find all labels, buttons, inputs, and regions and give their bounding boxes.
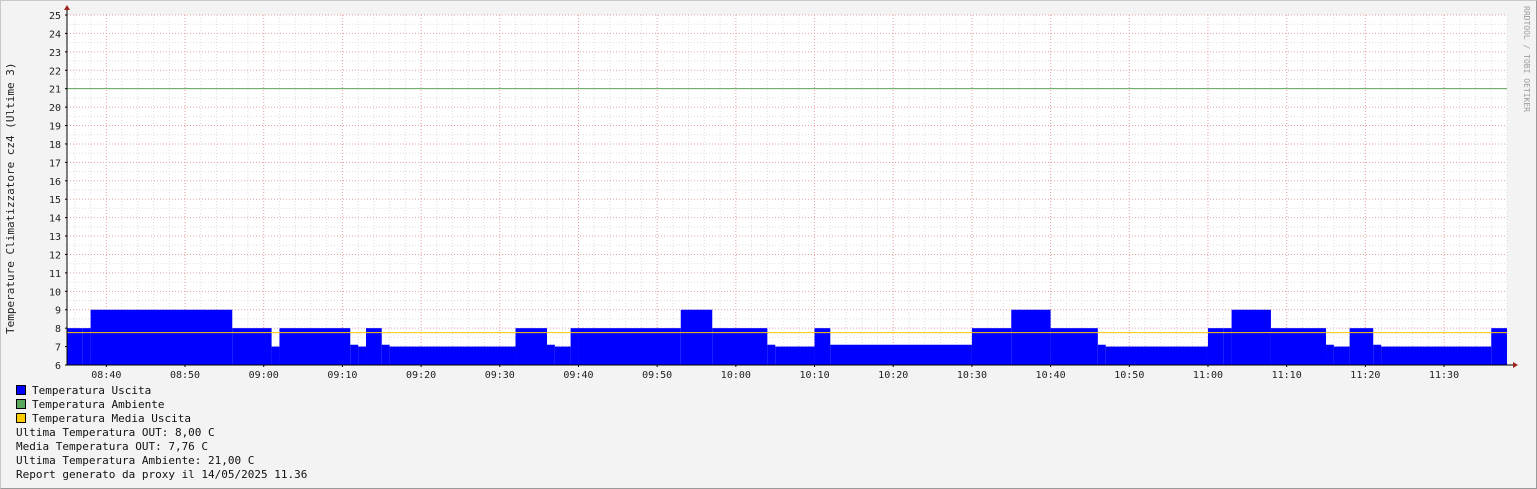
y-tick-label: 21 [49, 85, 61, 96]
uscita-step [712, 328, 768, 365]
uscita-step [271, 346, 280, 365]
legend-swatch-uscita [16, 385, 26, 395]
x-tick-label: 11:30 [1429, 370, 1459, 381]
uscita-step [358, 346, 367, 365]
legend-label-media: Temperatura Media Uscita [32, 412, 191, 425]
uscita-step [389, 346, 516, 365]
legend-label-ambiente: Temperatura Ambiente [32, 398, 165, 411]
uscita-step [82, 328, 91, 365]
y-tick-label: 7 [55, 343, 61, 354]
uscita-step [554, 346, 571, 365]
uscita-step [1105, 346, 1208, 365]
uscita-step [971, 328, 1012, 365]
y-tick-label: 24 [49, 29, 61, 40]
legend-item-media: Temperatura Media Uscita [16, 412, 191, 426]
x-tick-label: 11:10 [1272, 370, 1302, 381]
y-tick-label: 12 [49, 250, 61, 261]
y-tick-labels: 6 7 8 9 10 11 12 13 14 15 16 17 18 19 20 21 22 23 24 25 [49, 11, 61, 372]
x-tick-label: 10:40 [1036, 370, 1066, 381]
uscita-step [381, 344, 390, 365]
uscita-step [515, 328, 547, 365]
legend-item-ambiente: Temperatura Ambiente [16, 398, 164, 412]
x-tick-label: 09:30 [485, 370, 515, 381]
uscita-step [1011, 309, 1051, 365]
x-tick-label: 10:30 [957, 370, 987, 381]
uscita-step [1349, 328, 1374, 365]
x-tick-labels: 08:40 08:50 09:00 09:10 09:20 09:30 09:40 09:50… [91, 370, 1459, 381]
x-tick-label: 09:40 [563, 370, 593, 381]
uscita-step [1326, 344, 1334, 365]
y-tick-label: 8 [55, 324, 61, 335]
uscita-step [767, 344, 776, 365]
uscita-step [90, 309, 233, 365]
y-tick-label: 20 [49, 103, 61, 114]
uscita-step [775, 346, 815, 365]
report-footer: Report generato da proxy il 14/05/2025 1… [16, 468, 308, 481]
stat-avg-out: Media Temperatura OUT: 7,76 C [16, 440, 209, 453]
uscita-step [578, 328, 681, 365]
uscita-step [1207, 328, 1224, 365]
y-tick-label: 16 [49, 177, 61, 188]
temperature-chart: 6 7 8 9 10 11 12 13 14 15 16 17 18 19 20 21 22 23 24 25 08:… [4, 5, 1531, 381]
x-tick-label: 09:10 [327, 370, 357, 381]
uscita-step [814, 328, 831, 365]
x-tick-label: 08:50 [170, 370, 200, 381]
uscita-step [1333, 346, 1350, 365]
x-tick-label: 10:50 [1114, 370, 1144, 381]
uscita-step [1491, 328, 1507, 365]
x-tick-label: 08:40 [91, 370, 121, 381]
uscita-step [1373, 344, 1382, 365]
y-tick-label: 13 [49, 232, 61, 243]
legend-item-uscita: Temperatura Uscita [16, 384, 151, 398]
uscita-step [1050, 328, 1098, 365]
y-tick-label: 19 [49, 122, 61, 133]
y-tick-label: 15 [49, 195, 61, 206]
uscita-step [547, 344, 555, 365]
y-tick-label: 17 [49, 158, 61, 169]
x-tick-label: 10:10 [799, 370, 829, 381]
uscita-step [366, 328, 382, 365]
y-tick-label: 18 [49, 140, 61, 151]
stat-last-ambient: Ultima Temperatura Ambiente: 21,00 C [16, 454, 255, 467]
y-tick-label: 25 [49, 11, 61, 22]
stat-last-out: Ultima Temperatura OUT: 8,00 C [16, 426, 215, 439]
uscita-step [1223, 328, 1232, 365]
y-tick-label: 6 [55, 361, 61, 372]
y-axis-arrow [64, 5, 70, 10]
uscita-step [350, 344, 359, 365]
y-tick-label: 9 [55, 306, 61, 317]
y-axis-label: Temperature Climatizzatore cz4 (Ultime 3… [4, 62, 17, 334]
x-tick-label: 10:20 [878, 370, 908, 381]
x-tick-label: 10:00 [721, 370, 751, 381]
uscita-step [232, 328, 272, 365]
y-tick-label: 11 [49, 269, 61, 280]
uscita-step [67, 328, 83, 365]
legend-label-uscita: Temperatura Uscita [32, 384, 152, 397]
y-tick-label: 10 [49, 287, 61, 298]
legend-swatch-media [16, 413, 26, 423]
uscita-step [680, 309, 713, 365]
legend-swatch-ambiente [16, 399, 26, 409]
uscita-step [570, 328, 579, 365]
y-tick-label: 22 [49, 66, 61, 77]
x-tick-label: 11:00 [1193, 370, 1223, 381]
uscita-step [830, 344, 972, 365]
x-tick-label: 09:20 [406, 370, 436, 381]
uscita-step [1097, 344, 1106, 365]
y-tick-label: 23 [49, 48, 61, 59]
x-tick-label: 11:20 [1350, 370, 1380, 381]
x-axis-arrow [1513, 362, 1518, 368]
uscita-step [1270, 328, 1327, 365]
x-tick-label: 09:00 [249, 370, 279, 381]
x-tick-label: 09:50 [642, 370, 672, 381]
y-tick-label: 14 [49, 214, 61, 225]
uscita-step [279, 328, 351, 365]
uscita-step [1381, 346, 1492, 365]
uscita-step [1231, 309, 1271, 365]
rrdtool-watermark: RRDTOOL / TOBI OETIKER [1522, 6, 1531, 112]
